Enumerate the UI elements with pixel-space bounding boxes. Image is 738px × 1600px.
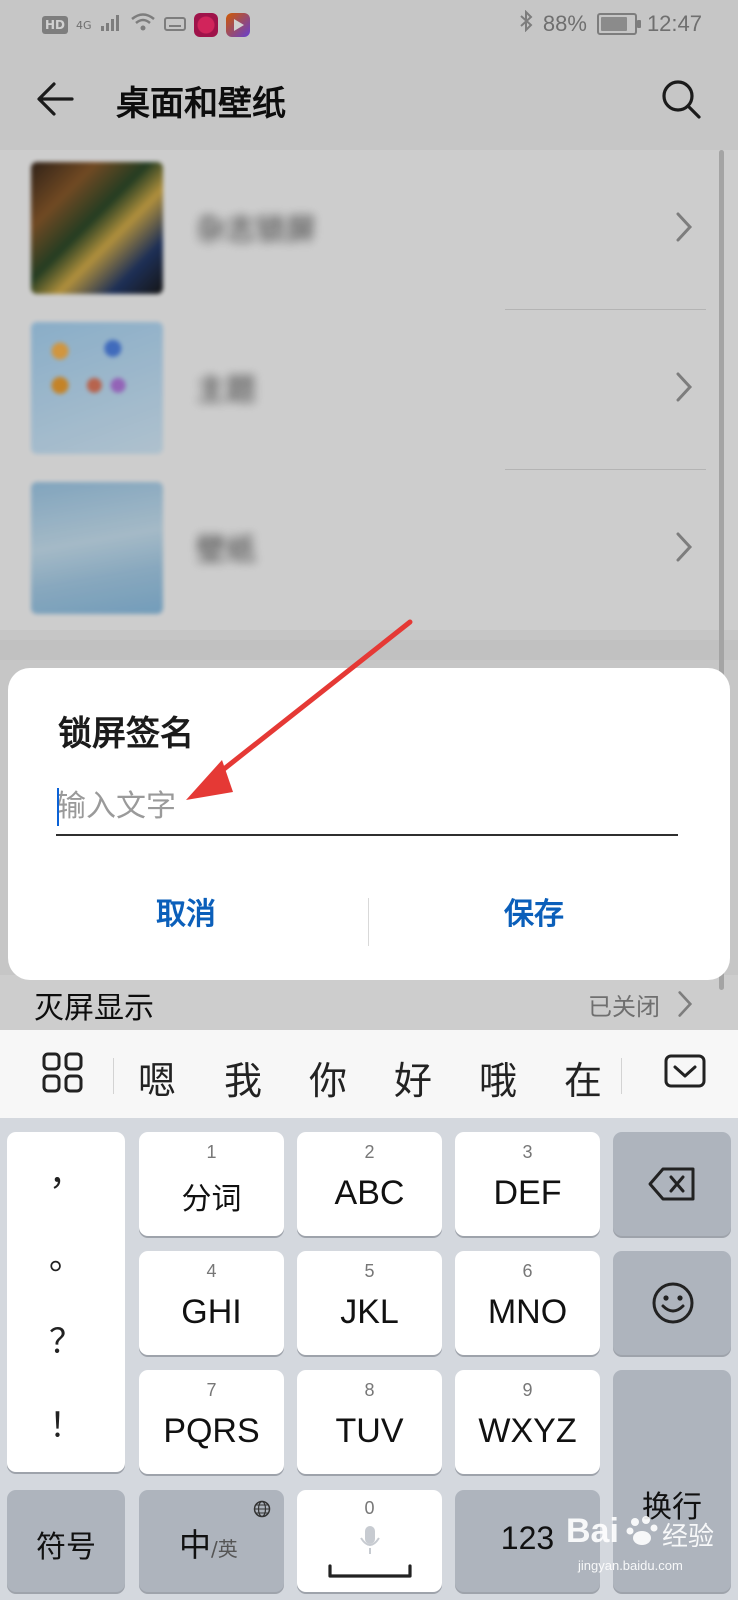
candidate-word[interactable]: 嗯 <box>138 1050 176 1105</box>
grid-menu-icon[interactable] <box>40 1050 86 1096</box>
punct-comma[interactable]: ， <box>7 1146 125 1195</box>
watermark-brand: Bai <box>566 1512 619 1550</box>
key-label: WXYZ <box>478 1412 577 1450</box>
key-label: TUV <box>335 1412 404 1450</box>
punctuation-panel[interactable]: ， 。 ？ ！ <box>7 1132 125 1472</box>
candidate-word[interactable]: 我 <box>224 1050 262 1105</box>
key-number: 9 <box>522 1380 533 1400</box>
ime-candidate-bar: 嗯 我 你 好 哦 在 <box>0 1030 738 1118</box>
lang-sub-label: /英 <box>211 1537 238 1561</box>
watermark: Bai 经验 jingyan.baidu.com <box>566 1508 716 1578</box>
key-number: 6 <box>522 1261 533 1281</box>
key-label: PQRS <box>163 1412 260 1450</box>
key-label: 分词 <box>181 1182 242 1217</box>
key-number: 8 <box>364 1380 375 1400</box>
annotation-arrow <box>186 619 413 800</box>
punct-exclaim[interactable]: ！ <box>7 1398 125 1447</box>
space-number: 0 <box>364 1498 375 1518</box>
key-2[interactable]: 2 ABC <box>297 1132 442 1236</box>
key-label: JKL <box>340 1293 399 1331</box>
key-number: 3 <box>522 1142 533 1162</box>
key-label: MNO <box>487 1293 568 1331</box>
backspace-icon <box>647 1166 697 1207</box>
key-1[interactable]: 1 分词 <box>139 1132 284 1236</box>
symbols-label: 符号 <box>36 1530 96 1565</box>
key-label: GHI <box>181 1293 242 1331</box>
key-number: 1 <box>206 1142 217 1162</box>
key-number: 5 <box>364 1261 375 1281</box>
candidate-word[interactable]: 在 <box>564 1050 602 1105</box>
key-label: ABC <box>334 1174 405 1212</box>
key-8[interactable]: 8 TUV <box>297 1370 442 1474</box>
watermark-brand-cn: 经验 <box>662 1522 715 1552</box>
globe-icon <box>253 1500 271 1523</box>
paw-icon <box>626 1514 660 1552</box>
key-label: DEF <box>493 1174 562 1212</box>
key-7[interactable]: 7 PQRS <box>139 1370 284 1474</box>
backspace-key[interactable] <box>613 1132 731 1236</box>
space-bar-icon <box>327 1564 413 1585</box>
candidate-word[interactable]: 哦 <box>479 1050 517 1105</box>
key-6[interactable]: 6 MNO <box>455 1251 600 1355</box>
emoji-icon <box>651 1281 695 1330</box>
candidate-word[interactable]: 你 <box>309 1050 347 1105</box>
symbols-key[interactable]: 符号 <box>7 1490 125 1592</box>
candidate-word[interactable]: 好 <box>394 1050 432 1105</box>
key-5[interactable]: 5 JKL <box>297 1251 442 1355</box>
separator <box>113 1058 114 1094</box>
key-number: 7 <box>206 1380 217 1400</box>
lang-main-label: 中 <box>179 1526 212 1564</box>
keyboard-hide-icon[interactable] <box>664 1054 706 1090</box>
mic-icon <box>359 1524 381 1561</box>
key-number: 4 <box>206 1261 217 1281</box>
emoji-key[interactable] <box>613 1251 731 1355</box>
watermark-url: jingyan.baidu.com <box>578 1558 683 1573</box>
punct-question[interactable]: ？ <box>7 1314 125 1363</box>
key-3[interactable]: 3 DEF <box>455 1132 600 1236</box>
separator <box>621 1058 622 1094</box>
key-number: 2 <box>364 1142 375 1162</box>
key-9[interactable]: 9 WXYZ <box>455 1370 600 1474</box>
punct-period[interactable]: 。 <box>7 1230 125 1279</box>
key-4[interactable]: 4 GHI <box>139 1251 284 1355</box>
language-switch-key[interactable]: 中/英 <box>139 1490 284 1592</box>
space-key[interactable]: 0 <box>297 1490 442 1592</box>
